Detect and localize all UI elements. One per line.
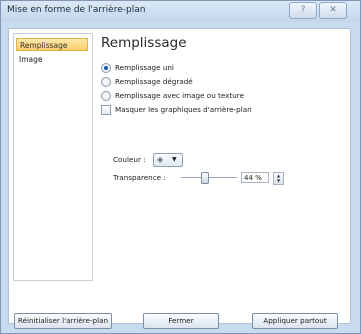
sidebar-item-remplissage[interactable]: Remplissage [16, 38, 88, 51]
apply-to-all-button[interactable]: Appliquer partout [252, 313, 338, 329]
dialog-content: Remplissage Image Remplissage Remplissag… [8, 28, 351, 324]
radio-button[interactable] [101, 91, 111, 101]
transparency-slider-thumb[interactable] [201, 172, 209, 184]
help-icon: ? [300, 5, 306, 15]
close-button[interactable]: Fermer [143, 313, 219, 329]
radio-button-selected[interactable] [101, 63, 111, 73]
radio-label: Remplissage uni [115, 63, 174, 72]
window-title: Mise en forme de l'arrière-plan [7, 5, 146, 15]
category-sidebar: Remplissage Image [13, 33, 93, 281]
transparency-slider-track[interactable] [181, 177, 237, 178]
color-picker-button[interactable]: ◈ ▼ [153, 153, 183, 167]
radio-button[interactable] [101, 77, 111, 87]
transparency-label: Transparence : [113, 173, 166, 182]
checkbox[interactable] [101, 105, 111, 115]
transparency-value-field[interactable]: 44 % [241, 172, 269, 183]
checkbox-label: Masquer les graphiques d'arrière-plan [115, 105, 252, 114]
transparency-spinner[interactable]: ▲ ▼ [273, 172, 284, 185]
close-window-button[interactable]: ✕ [319, 2, 347, 19]
radio-label: Remplissage avec image ou texture [115, 91, 244, 100]
fill-panel: Remplissage Remplissage uni Remplissage … [101, 35, 341, 275]
help-button[interactable]: ? [289, 2, 317, 19]
chevron-down-icon: ▼ [172, 156, 177, 163]
title-bar: Mise en forme de l'arrière-plan ? ✕ [1, 1, 360, 22]
radio-label: Remplissage dégradé [115, 77, 193, 86]
paint-bucket-icon: ◈ [157, 155, 164, 164]
panel-heading: Remplissage [101, 35, 187, 51]
dialog-window: Mise en forme de l'arrière-plan ? ✕ Remp… [0, 0, 361, 334]
spin-down-icon[interactable]: ▼ [275, 178, 282, 183]
color-label: Couleur : [113, 155, 146, 164]
sidebar-item-image[interactable]: Image [16, 53, 88, 66]
reset-background-button[interactable]: Réinitialiser l'arrière-plan [14, 313, 112, 329]
close-icon: ✕ [329, 5, 337, 15]
